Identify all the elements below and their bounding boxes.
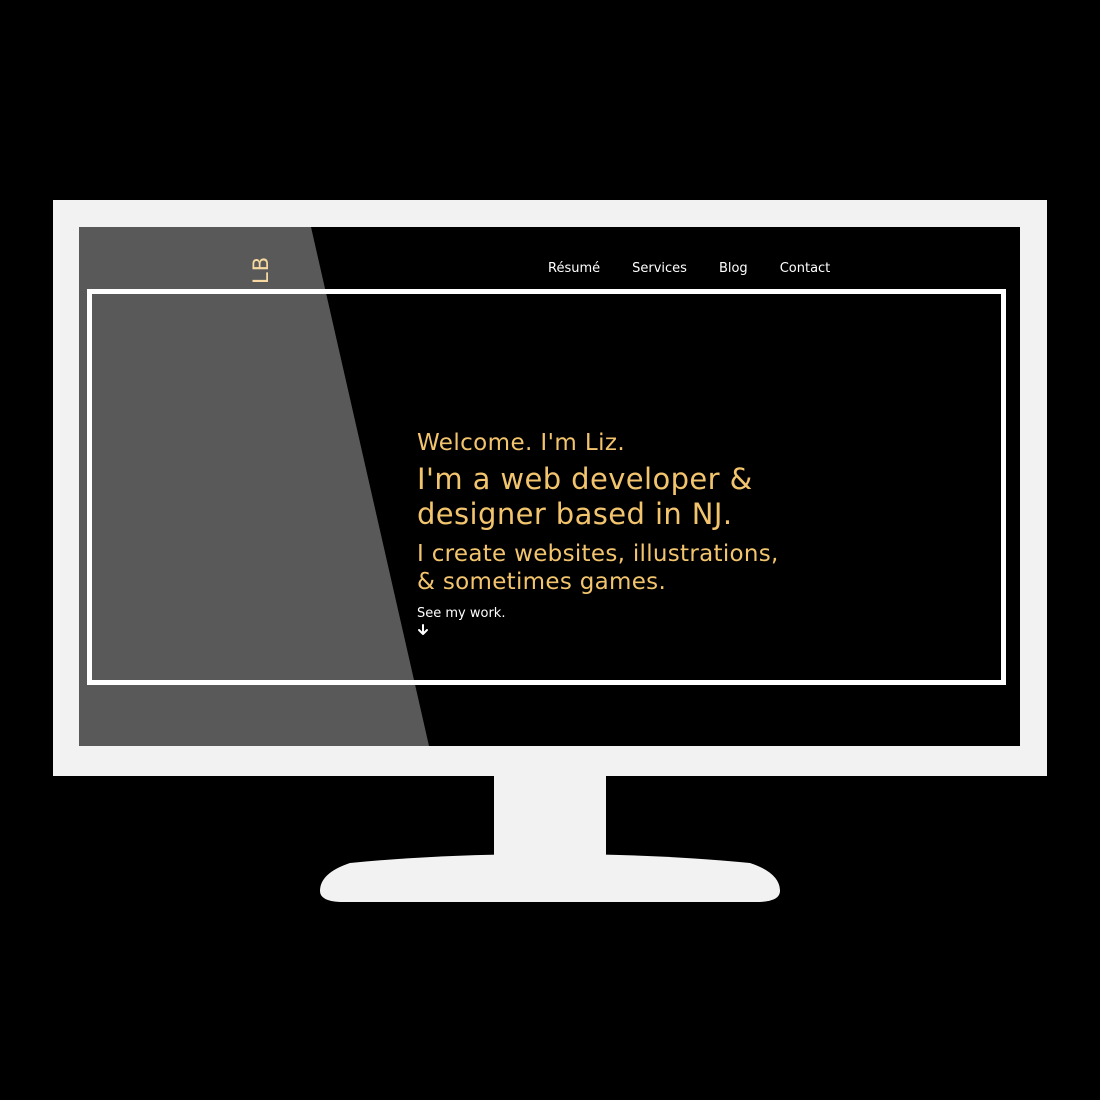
nav-item-services[interactable]: Services [632, 261, 687, 276]
see-work-link[interactable]: See my work. [417, 606, 917, 621]
monitor-screen: LB Résumé Services Blog Contact Welcome.… [79, 227, 1020, 746]
hero-tagline-line1: I'm a web developer & [417, 462, 753, 496]
hero-tagline-line2: designer based in NJ. [417, 497, 733, 531]
hero-text: Welcome. I'm Liz. I'm a web developer & … [417, 430, 917, 636]
nav-item-contact[interactable]: Contact [780, 261, 831, 276]
site-logo[interactable]: LB [249, 256, 273, 284]
hero-tagline: I'm a web developer & designer based in … [417, 462, 917, 532]
hero-subline: I create websites, illustrations, & some… [417, 540, 917, 596]
hero-welcome: Welcome. I'm Liz. [417, 430, 626, 456]
nav-item-resume[interactable]: Résumé [548, 261, 600, 276]
main-nav: Résumé Services Blog Contact [548, 261, 830, 276]
hero-subline-line2: & sometimes games. [417, 569, 667, 595]
monitor-stand-base [320, 854, 780, 902]
hero-subline-line1: I create websites, illustrations, [417, 541, 779, 567]
nav-item-blog[interactable]: Blog [719, 261, 748, 276]
arrow-down-icon[interactable] [417, 624, 429, 636]
monitor-stand-neck [494, 776, 606, 862]
